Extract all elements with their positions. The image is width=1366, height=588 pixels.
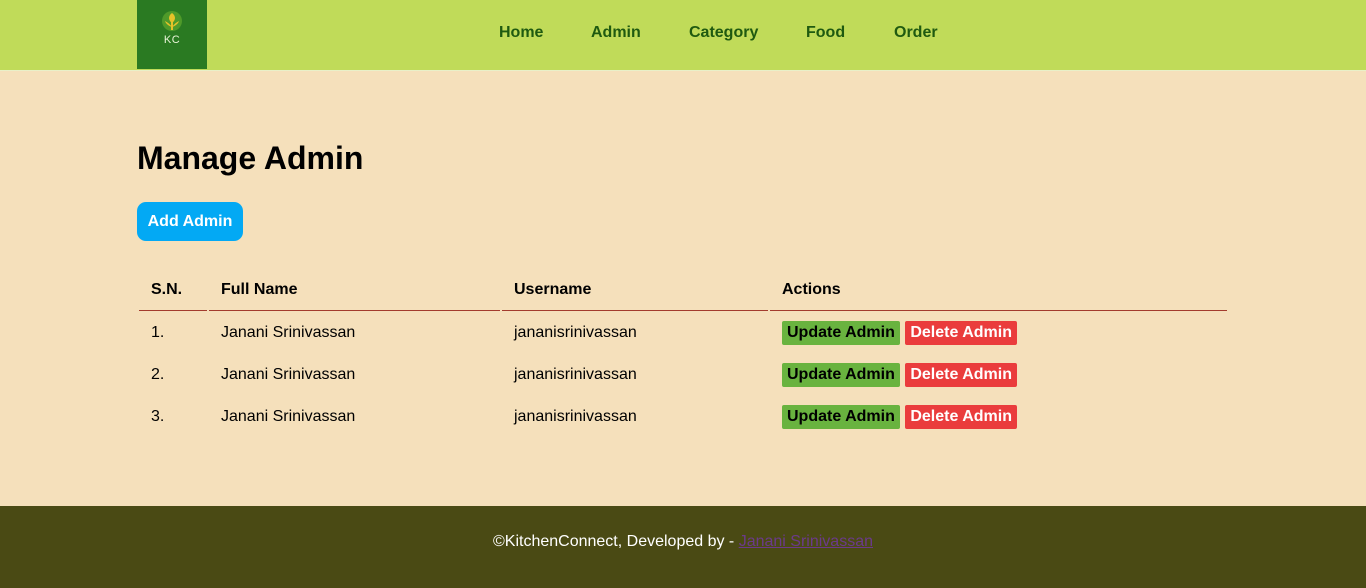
table-row: 1. Janani Srinivassan jananisrinivassan … [139,313,1227,353]
header-actions: Actions [770,273,1227,311]
cell-username: jananisrinivassan [514,366,637,383]
cell-actions: Update Admin Delete Admin [770,313,1227,353]
cell-sn: 1. [151,324,165,341]
nav-order[interactable]: Order [894,24,938,42]
main-menu: Home Admin Category Food Order [0,24,1366,44]
cell-full-name: Janani Srinivassan [221,408,356,425]
header-full-name: Full Name [209,273,500,311]
page-title: Manage Admin [137,140,364,176]
cell-full-name: Janani Srinivassan [221,366,356,383]
nav-food[interactable]: Food [806,24,845,42]
table-row: 3. Janani Srinivassan jananisrinivassan … [139,397,1227,437]
cell-sn: 2. [151,366,165,383]
delete-admin-button[interactable]: Delete Admin [905,405,1017,429]
top-navbar: KC Home Admin Category Food Order [0,0,1366,71]
footer-text-wrap: ©KitchenConnect, Developed by - Janani S… [0,533,1366,551]
update-admin-button[interactable]: Update Admin [782,363,900,387]
header-username: Username [502,273,768,311]
table-header-row: S.N. Full Name Username Actions [139,273,1227,311]
update-admin-button[interactable]: Update Admin [782,321,900,345]
nav-admin[interactable]: Admin [591,24,641,42]
cell-full-name: Janani Srinivassan [221,324,356,341]
delete-admin-button[interactable]: Delete Admin [905,321,1017,345]
cell-username: jananisrinivassan [514,408,637,425]
cell-username: jananisrinivassan [514,324,637,341]
header-sn: S.N. [139,273,207,311]
cell-actions: Update Admin Delete Admin [770,355,1227,395]
delete-admin-button[interactable]: Delete Admin [905,363,1017,387]
admin-table: S.N. Full Name Username Actions 1. Janan… [137,271,1229,439]
footer-copyright: ©KitchenConnect, Developed by - [493,533,739,550]
update-admin-button[interactable]: Update Admin [782,405,900,429]
cell-sn: 3. [151,408,165,425]
nav-category[interactable]: Category [689,24,758,42]
cell-actions: Update Admin Delete Admin [770,397,1227,437]
footer: ©KitchenConnect, Developed by - Janani S… [0,506,1366,588]
table-row: 2. Janani Srinivassan jananisrinivassan … [139,355,1227,395]
developer-link[interactable]: Janani Srinivassan [739,533,873,550]
main-content: Manage Admin Add Admin S.N. Full Name Us… [0,71,1366,506]
nav-home[interactable]: Home [499,24,543,42]
add-admin-button[interactable]: Add Admin [137,202,243,241]
